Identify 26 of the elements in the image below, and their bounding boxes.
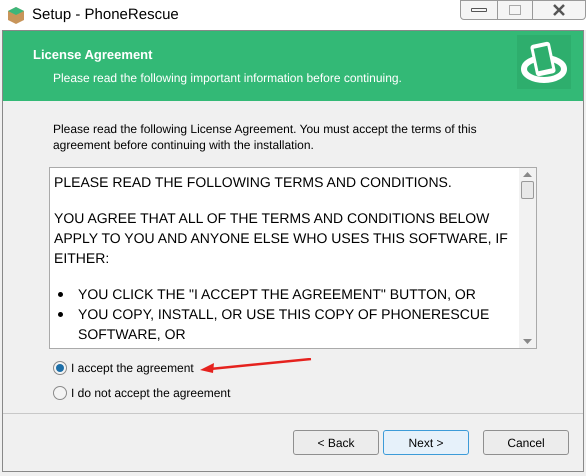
license-bullet-item: YOU CLICK THE "I ACCEPT THE AGREEMENT" BUTTON, OR bbox=[78, 285, 476, 304]
header-subtitle: Please read the following important information before continuing. bbox=[52, 70, 402, 86]
bullet-icon bbox=[58, 312, 63, 317]
agreement-radio-option[interactable]: I accept the agreement bbox=[53, 359, 194, 377]
scroll-up-icon[interactable] bbox=[523, 172, 532, 177]
wizard-button[interactable]: Next > bbox=[383, 430, 469, 455]
scrollbar[interactable] bbox=[519, 168, 536, 348]
window-title: Setup - PhoneRescue bbox=[32, 4, 179, 25]
header-title: License Agreement bbox=[33, 46, 154, 64]
bullet-icon bbox=[58, 292, 63, 297]
box-icon bbox=[6, 5, 26, 25]
close-button[interactable] bbox=[532, 0, 586, 20]
agreement-radio-option[interactable]: I do not accept the agreement bbox=[53, 384, 230, 402]
close-icon bbox=[552, 4, 566, 16]
instructions-text: Please read the following License Agreement. You must accept the terms of this agreement before continuing with the installation. bbox=[52, 121, 478, 153]
scroll-thumb[interactable] bbox=[521, 181, 534, 199]
phone-lifebuoy-icon bbox=[517, 35, 571, 89]
scroll-down-icon[interactable] bbox=[523, 339, 532, 344]
wizard-button[interactable]: Cancel bbox=[483, 430, 569, 455]
license-bullet-item: YOU COPY, INSTALL, OR USE THIS COPY OF PHONERESCUE SOFTWARE, OR bbox=[78, 305, 490, 344]
radio-button[interactable] bbox=[53, 361, 67, 375]
license-paragraph: YOU AGREE THAT ALL OF THE TERMS AND CONDITIONS BELOW APPLY TO YOU AND ANYONE ELSE WHO USES THIS SOFTWARE, IF EITHER: bbox=[54, 209, 509, 268]
minimize-button[interactable] bbox=[460, 0, 498, 20]
license-paragraph: PLEASE READ THE FOLLOWING TERMS AND CONDITIONS. bbox=[54, 173, 453, 192]
radio-button[interactable] bbox=[53, 386, 67, 400]
wizard-button[interactable]: < Back bbox=[293, 430, 379, 455]
